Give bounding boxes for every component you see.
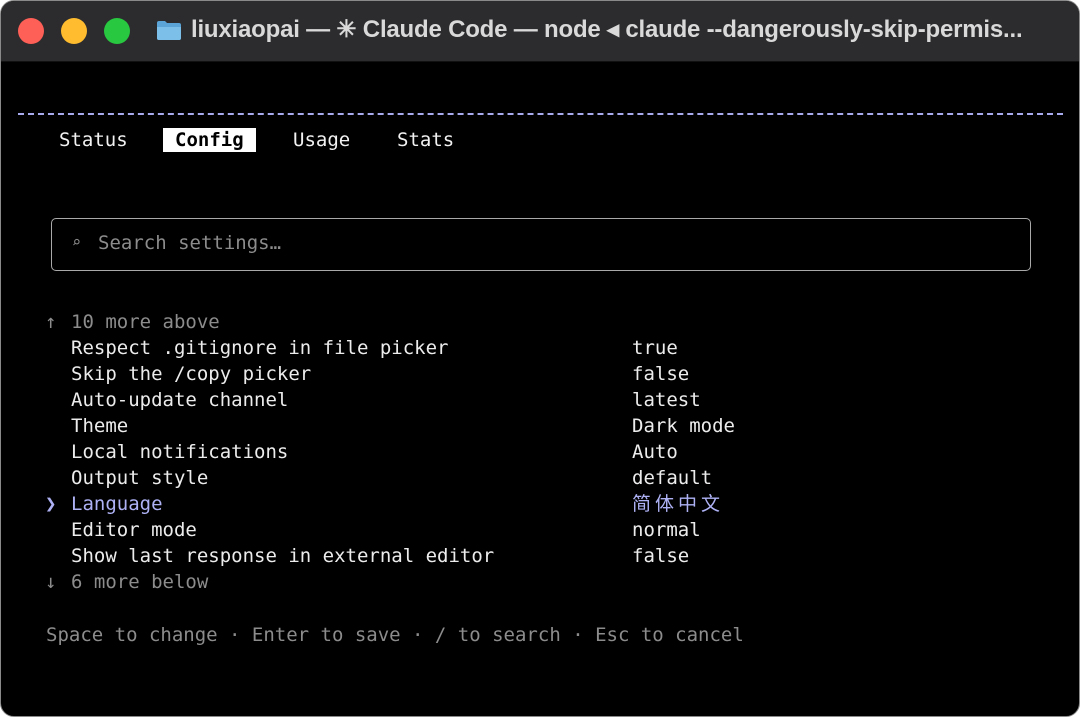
terminal-content: Status Config Usage Stats ⌕ ↑ 10 more ab… xyxy=(1,62,1079,716)
tab-config[interactable]: Config xyxy=(163,128,256,152)
setting-row-local-notifications[interactable]: Local notifications Auto xyxy=(1,439,1079,465)
more-above-indicator: ↑ 10 more above xyxy=(45,311,220,333)
setting-label: Output style xyxy=(71,467,209,489)
more-below-indicator: ↓ 6 more below xyxy=(45,571,209,593)
window-title: liuxiaopai — ✳ Claude Code — node ◂ clau… xyxy=(191,16,1023,43)
setting-value: default xyxy=(632,467,713,489)
setting-value: Dark mode xyxy=(632,415,735,437)
divider-rule xyxy=(18,113,1063,115)
setting-row-skip-copy-picker[interactable]: Skip the /copy picker false xyxy=(1,361,1079,387)
setting-value: false xyxy=(632,363,690,385)
selection-chevron-icon: ❯ xyxy=(45,493,57,515)
setting-row-theme[interactable]: Theme Dark mode xyxy=(1,413,1079,439)
close-window-button[interactable] xyxy=(18,18,44,44)
search-input[interactable] xyxy=(98,231,998,255)
setting-label: Show last response in external editor xyxy=(71,545,495,567)
setting-value: 简体中文 xyxy=(632,493,725,515)
arrow-down-icon: ↓ xyxy=(45,571,57,593)
search-box[interactable]: ⌕ xyxy=(51,218,1031,271)
setting-row-respect-gitignore[interactable]: Respect .gitignore in file picker true xyxy=(1,335,1079,361)
setting-row-language[interactable]: ❯ Language 简体中文 xyxy=(1,491,1079,517)
setting-value: true xyxy=(632,337,678,359)
search-icon: ⌕ xyxy=(72,233,82,251)
setting-row-auto-update-channel[interactable]: Auto-update channel latest xyxy=(1,387,1079,413)
tab-usage[interactable]: Usage xyxy=(293,128,350,152)
setting-label: Auto-update channel xyxy=(71,389,289,411)
setting-label: Language xyxy=(71,493,163,515)
setting-label: Skip the /copy picker xyxy=(71,363,312,385)
terminal-window: liuxiaopai — ✳ Claude Code — node ◂ clau… xyxy=(0,0,1080,717)
folder-icon xyxy=(157,21,181,40)
setting-row-output-style[interactable]: Output style default xyxy=(1,465,1079,491)
title-bar: liuxiaopai — ✳ Claude Code — node ◂ clau… xyxy=(1,1,1079,62)
setting-row-show-last-response[interactable]: Show last response in external editor fa… xyxy=(1,543,1079,569)
tab-stats[interactable]: Stats xyxy=(397,128,454,152)
setting-label: Local notifications xyxy=(71,441,289,463)
setting-value: false xyxy=(632,545,690,567)
setting-value: Auto xyxy=(632,441,678,463)
keyboard-help-text: Space to change · Enter to save · / to s… xyxy=(46,624,744,646)
arrow-up-icon: ↑ xyxy=(45,311,57,333)
setting-label: Editor mode xyxy=(71,519,197,541)
minimize-window-button[interactable] xyxy=(61,18,87,44)
setting-value: latest xyxy=(632,389,701,411)
tab-status[interactable]: Status xyxy=(59,128,128,152)
zoom-window-button[interactable] xyxy=(104,18,130,44)
setting-row-editor-mode[interactable]: Editor mode normal xyxy=(1,517,1079,543)
setting-label: Respect .gitignore in file picker xyxy=(71,337,449,359)
setting-label: Theme xyxy=(71,415,129,437)
setting-value: normal xyxy=(632,519,701,541)
